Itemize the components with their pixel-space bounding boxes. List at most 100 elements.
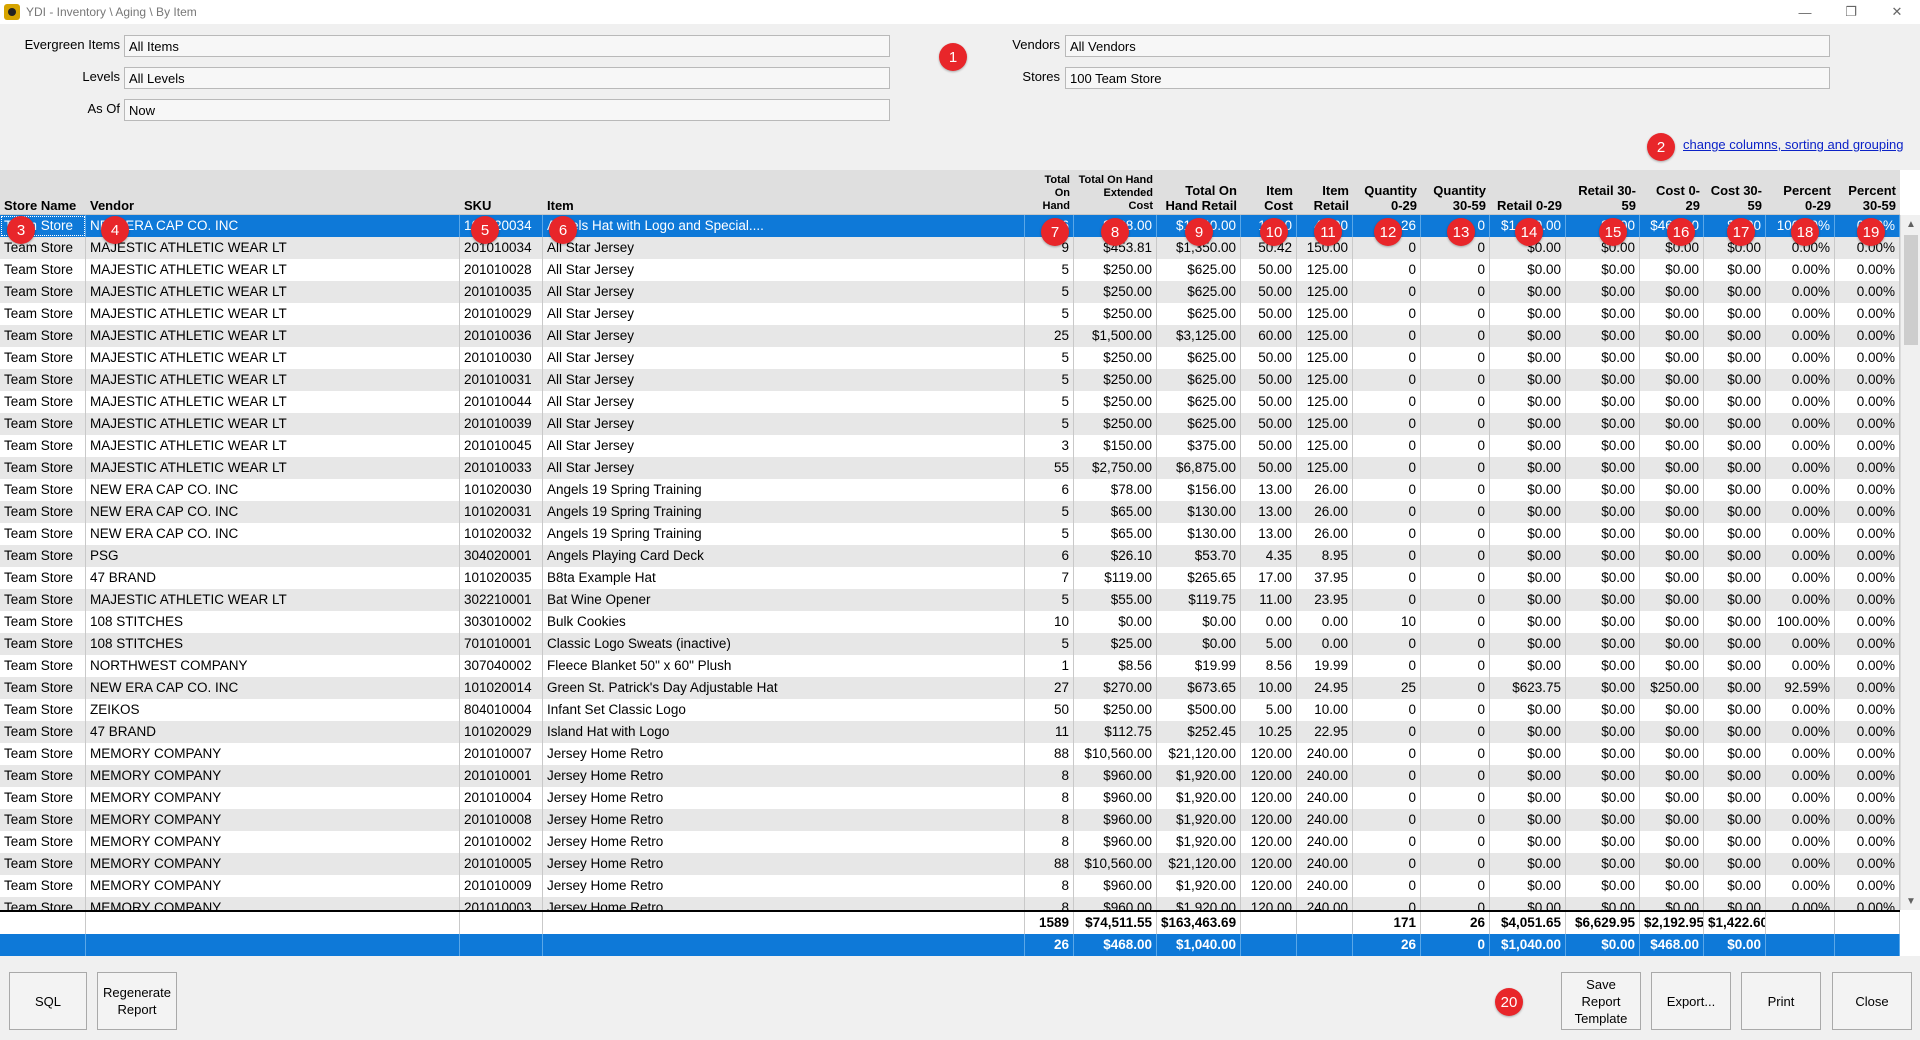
cell-item-retail: 240.00 bbox=[1297, 765, 1353, 787]
evergreen-items-field[interactable]: All Items bbox=[124, 35, 890, 57]
column-header-qty-30-59[interactable]: Quantity 30-59 bbox=[1421, 170, 1490, 215]
cell-item-cost: 8.56 bbox=[1241, 655, 1297, 677]
regenerate-report-button[interactable]: Regenerate Report bbox=[97, 972, 177, 1030]
table-row[interactable]: Team Store MEMORY COMPANY 201010004 Jersey … bbox=[0, 787, 1900, 809]
table-row[interactable]: Team Store MAJESTIC ATHLETIC WEAR LT 20101… bbox=[0, 369, 1900, 391]
cell-qty-0-29: 0 bbox=[1353, 281, 1421, 303]
cell-retail-30-59: $0.00 bbox=[1566, 589, 1640, 611]
save-report-template-button[interactable]: Save Report Template bbox=[1561, 972, 1641, 1030]
cell-cost-0-29: $0.00 bbox=[1640, 303, 1704, 325]
table-row[interactable]: Team Store MEMORY COMPANY 201010001 Jersey … bbox=[0, 765, 1900, 787]
cell-item-cost: 4.35 bbox=[1241, 545, 1297, 567]
stores-field[interactable]: 100 Team Store bbox=[1065, 67, 1830, 89]
cell-total-on-hand: 7 bbox=[1025, 567, 1074, 589]
column-header-on-hand-retail[interactable]: Total On Hand Retail bbox=[1157, 170, 1241, 215]
table-row[interactable]: Team Store MAJESTIC ATHLETIC WEAR LT 20101… bbox=[0, 457, 1900, 479]
table-row[interactable]: Team Store 108 STITCHES 303010002 Bulk Cook… bbox=[0, 611, 1900, 633]
column-header-cost-0-29[interactable]: Cost 0-29 bbox=[1640, 170, 1704, 215]
table-row[interactable]: Team Store 47 BRAND 101020029 Island Hat wi… bbox=[0, 721, 1900, 743]
print-button[interactable]: Print bbox=[1741, 972, 1821, 1030]
column-header-retail-0-29[interactable]: Retail 0-29 bbox=[1490, 170, 1566, 215]
close-icon[interactable]: ✕ bbox=[1874, 0, 1920, 24]
table-row[interactable]: Team Store NORTHWEST COMPANY 307040002 Flee… bbox=[0, 655, 1900, 677]
cell-pct-30-59: 0.00% bbox=[1835, 281, 1900, 303]
total-item bbox=[543, 934, 1025, 956]
as-of-field[interactable]: Now bbox=[124, 99, 890, 121]
column-header-qty-0-29[interactable]: Quantity 0-29 bbox=[1353, 170, 1421, 215]
cell-sku: 101020035 bbox=[460, 567, 543, 589]
column-header-vendor[interactable]: Vendor bbox=[86, 170, 460, 215]
column-header-sku[interactable]: SKU bbox=[460, 170, 543, 215]
cell-extended-cost: $55.00 bbox=[1074, 589, 1157, 611]
cell-item: Island Hat with Logo bbox=[543, 721, 1025, 743]
cell-on-hand-retail: $6,875.00 bbox=[1157, 457, 1241, 479]
minimize-icon[interactable]: — bbox=[1782, 0, 1828, 24]
column-header-pct-0-29[interactable]: Percent 0-29 bbox=[1766, 170, 1835, 215]
table-row[interactable]: Team Store MAJESTIC ATHLETIC WEAR LT 20101… bbox=[0, 281, 1900, 303]
cell-extended-cost: $150.00 bbox=[1074, 435, 1157, 457]
table-row[interactable]: Team Store MAJESTIC ATHLETIC WEAR LT 20101… bbox=[0, 413, 1900, 435]
close-button[interactable]: Close bbox=[1832, 972, 1912, 1030]
cell-item-retail: 240.00 bbox=[1297, 875, 1353, 897]
cell-total-on-hand: 8 bbox=[1025, 809, 1074, 831]
cell-vendor: MAJESTIC ATHLETIC WEAR LT bbox=[86, 259, 460, 281]
cell-qty-0-29: 0 bbox=[1353, 325, 1421, 347]
cell-item-retail: 125.00 bbox=[1297, 347, 1353, 369]
table-row[interactable]: Team Store NEW ERA CAP CO. INC 101020014 Gr… bbox=[0, 677, 1900, 699]
export-button[interactable]: Export... bbox=[1651, 972, 1731, 1030]
column-header-item-cost[interactable]: Item Cost bbox=[1241, 170, 1297, 215]
column-header-item-retail[interactable]: Item Retail bbox=[1297, 170, 1353, 215]
cell-vendor: MEMORY COMPANY bbox=[86, 831, 460, 853]
table-row[interactable]: Team Store 108 STITCHES 701010001 Classic L… bbox=[0, 633, 1900, 655]
column-header-cost-30-59[interactable]: Cost 30-59 bbox=[1704, 170, 1766, 215]
table-row[interactable]: Team Store MEMORY COMPANY 201010002 Jersey … bbox=[0, 831, 1900, 853]
column-header-total-on-hand[interactable]: Total On Hand bbox=[1025, 170, 1074, 215]
column-header-pct-30-59[interactable]: Percent 30-59 bbox=[1835, 170, 1900, 215]
report-grid: Store Name Vendor SKU Item Total On Hand Tota… bbox=[0, 170, 1920, 956]
column-header-store-name[interactable]: Store Name bbox=[0, 170, 86, 215]
table-row[interactable]: Team Store MAJESTIC ATHLETIC WEAR LT 20101… bbox=[0, 325, 1900, 347]
table-row[interactable]: Team Store MAJESTIC ATHLETIC WEAR LT 30221… bbox=[0, 589, 1900, 611]
table-row[interactable]: Team Store MAJESTIC ATHLETIC WEAR LT 20101… bbox=[0, 303, 1900, 325]
table-row[interactable]: Team Store PSG 304020001 Angels Playing Car… bbox=[0, 545, 1900, 567]
window-controls: — ❐ ✕ bbox=[1782, 0, 1920, 24]
levels-field[interactable]: All Levels bbox=[124, 67, 890, 89]
table-row[interactable]: Team Store MEMORY COMPANY 201010008 Jersey … bbox=[0, 809, 1900, 831]
cell-retail-30-59: $0.00 bbox=[1566, 655, 1640, 677]
table-row[interactable]: Team Store MAJESTIC ATHLETIC WEAR LT 20101… bbox=[0, 259, 1900, 281]
table-row[interactable]: Team Store NEW ERA CAP CO. INC 101020031 An… bbox=[0, 501, 1900, 523]
cell-item: Fleece Blanket 50" x 60" Plush bbox=[543, 655, 1025, 677]
scroll-thumb[interactable] bbox=[1904, 235, 1918, 345]
table-row[interactable]: Team Store MAJESTIC ATHLETIC WEAR LT 20101… bbox=[0, 435, 1900, 457]
table-row[interactable]: Team Store ZEIKOS 804010004 Infant Set Clas… bbox=[0, 699, 1900, 721]
cell-on-hand-retail: $500.00 bbox=[1157, 699, 1241, 721]
cell-extended-cost: $960.00 bbox=[1074, 831, 1157, 853]
as-of-label: As Of bbox=[87, 101, 120, 116]
sql-button[interactable]: SQL bbox=[9, 972, 87, 1030]
table-row[interactable]: Team Store MEMORY COMPANY 201010007 Jersey … bbox=[0, 743, 1900, 765]
scroll-down-icon[interactable]: ▼ bbox=[1901, 892, 1920, 910]
change-columns-link[interactable]: change columns, sorting and grouping bbox=[1683, 137, 1903, 152]
cell-sku: 201010029 bbox=[460, 303, 543, 325]
vertical-scrollbar[interactable]: ▲ ▼ bbox=[1900, 215, 1920, 910]
table-row[interactable]: Team Store MEMORY COMPANY 201010009 Jersey … bbox=[0, 875, 1900, 897]
scroll-up-icon[interactable]: ▲ bbox=[1901, 215, 1920, 233]
restore-icon[interactable]: ❐ bbox=[1828, 0, 1874, 24]
column-header-retail-30-59[interactable]: Retail 30-59 bbox=[1566, 170, 1640, 215]
cell-item: Angels Playing Card Deck bbox=[543, 545, 1025, 567]
cell-total-on-hand: 8 bbox=[1025, 897, 1074, 910]
cell-store-name: Team Store bbox=[0, 567, 86, 589]
table-row[interactable]: Team Store MEMORY COMPANY 201010003 Jersey … bbox=[0, 897, 1900, 910]
cell-retail-0-29: $0.00 bbox=[1490, 523, 1566, 545]
table-row[interactable]: Team Store NEW ERA CAP CO. INC 101020030 An… bbox=[0, 479, 1900, 501]
table-row[interactable]: Team Store NEW ERA CAP CO. INC 101020032 An… bbox=[0, 523, 1900, 545]
cell-item-retail: 19.99 bbox=[1297, 655, 1353, 677]
table-row[interactable]: Team Store MAJESTIC ATHLETIC WEAR LT 20101… bbox=[0, 347, 1900, 369]
vendors-field[interactable]: All Vendors bbox=[1065, 35, 1830, 57]
table-row[interactable]: Team Store MEMORY COMPANY 201010005 Jersey … bbox=[0, 853, 1900, 875]
cell-item-retail: 125.00 bbox=[1297, 391, 1353, 413]
column-header-item[interactable]: Item bbox=[543, 170, 1025, 215]
table-row[interactable]: Team Store MAJESTIC ATHLETIC WEAR LT 20101… bbox=[0, 391, 1900, 413]
column-header-extended-cost[interactable]: Total On Hand Extended Cost bbox=[1074, 170, 1157, 215]
table-row[interactable]: Team Store 47 BRAND 101020035 B8ta Example … bbox=[0, 567, 1900, 589]
